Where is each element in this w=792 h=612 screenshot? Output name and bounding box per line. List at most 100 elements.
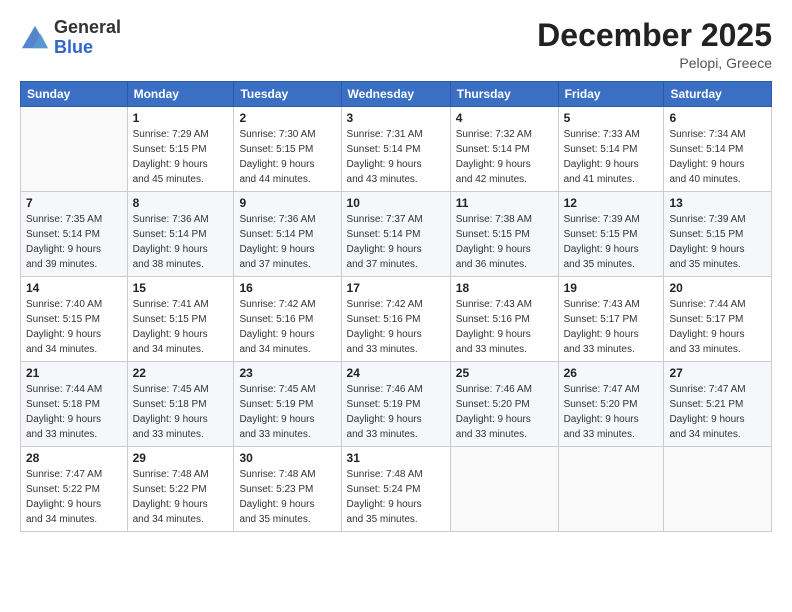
day-info: Sunrise: 7:31 AMSunset: 5:14 PMDaylight:… <box>347 127 445 187</box>
table-row: 6 Sunrise: 7:34 AMSunset: 5:14 PMDaylight… <box>664 107 772 192</box>
day-number: 14 <box>26 281 122 295</box>
table-row: 29Sunrise: 7:48 AMSunset: 5:22 PMDayligh… <box>127 447 234 532</box>
calendar-week-row: 21 Sunrise: 7:44 AMSunset: 5:18 PMDayligh… <box>21 362 772 447</box>
day-number: 7 <box>26 196 122 210</box>
day-info: Sunrise: 7:37 AMSunset: 5:14 PMDaylight:… <box>347 212 445 272</box>
table-row: 12Sunrise: 7:39 AMSunset: 5:15 PMDayligh… <box>558 192 664 277</box>
day-info: Sunrise: 7:36 AMSunset: 5:14 PMDaylight:… <box>239 212 335 272</box>
day-info: Sunrise: 7:47 AMSunset: 5:22 PMDaylight:… <box>26 467 122 527</box>
table-row: 17 Sunrise: 7:42 AMSunset: 5:16 PMDayligh… <box>341 277 450 362</box>
day-info: Sunrise: 7:34 AMSunset: 5:14 PMDaylight:… <box>669 127 766 187</box>
day-number: 6 <box>669 111 766 125</box>
day-info: Sunrise: 7:44 AMSunset: 5:17 PMDaylight:… <box>669 297 766 357</box>
table-row <box>450 447 558 532</box>
day-number: 13 <box>669 196 766 210</box>
table-row: 23 Sunrise: 7:45 AMSunset: 5:19 PMDayligh… <box>234 362 341 447</box>
day-number: 10 <box>347 196 445 210</box>
day-info: Sunrise: 7:45 AMSunset: 5:19 PMDaylight:… <box>239 382 335 442</box>
day-info: Sunrise: 7:42 AMSunset: 5:16 PMDaylight:… <box>347 297 445 357</box>
calendar-title: December 2025 <box>537 18 772 53</box>
table-row: 31Sunrise: 7:48 AMSunset: 5:24 PMDayligh… <box>341 447 450 532</box>
day-number: 18 <box>456 281 553 295</box>
col-wednesday: Wednesday <box>341 82 450 107</box>
day-info: Sunrise: 7:35 AMSunset: 5:14 PMDaylight:… <box>26 212 122 272</box>
col-tuesday: Tuesday <box>234 82 341 107</box>
logo-general: General <box>54 17 121 37</box>
day-info: Sunrise: 7:48 AMSunset: 5:24 PMDaylight:… <box>347 467 445 527</box>
day-info: Sunrise: 7:29 AMSunset: 5:15 PMDaylight:… <box>133 127 229 187</box>
day-number: 1 <box>133 111 229 125</box>
day-info: Sunrise: 7:43 AMSunset: 5:17 PMDaylight:… <box>564 297 659 357</box>
day-number: 22 <box>133 366 229 380</box>
logo-icon <box>20 24 50 52</box>
day-info: Sunrise: 7:30 AMSunset: 5:15 PMDaylight:… <box>239 127 335 187</box>
logo-text: General Blue <box>54 18 121 58</box>
table-row: 30 Sunrise: 7:48 AMSunset: 5:23 PMDayligh… <box>234 447 341 532</box>
day-number: 16 <box>239 281 335 295</box>
day-info: Sunrise: 7:45 AMSunset: 5:18 PMDaylight:… <box>133 382 229 442</box>
table-row: 24 Sunrise: 7:46 AMSunset: 5:19 PMDayligh… <box>341 362 450 447</box>
day-info: Sunrise: 7:33 AMSunset: 5:14 PMDaylight:… <box>564 127 659 187</box>
day-info: Sunrise: 7:46 AMSunset: 5:19 PMDaylight:… <box>347 382 445 442</box>
day-number: 30 <box>239 451 335 465</box>
table-row: 22 Sunrise: 7:45 AMSunset: 5:18 PMDayligh… <box>127 362 234 447</box>
table-row: 13 Sunrise: 7:39 AMSunset: 5:15 PMDayligh… <box>664 192 772 277</box>
table-row: 18 Sunrise: 7:43 AMSunset: 5:16 PMDayligh… <box>450 277 558 362</box>
calendar-week-row: 1 Sunrise: 7:29 AMSunset: 5:15 PMDaylight… <box>21 107 772 192</box>
day-info: Sunrise: 7:32 AMSunset: 5:14 PMDaylight:… <box>456 127 553 187</box>
table-row: 10 Sunrise: 7:37 AMSunset: 5:14 PMDayligh… <box>341 192 450 277</box>
logo: General Blue <box>20 18 121 58</box>
logo-blue: Blue <box>54 37 93 57</box>
day-info: Sunrise: 7:48 AMSunset: 5:23 PMDaylight:… <box>239 467 335 527</box>
calendar-header-row: Sunday Monday Tuesday Wednesday Thursday… <box>21 82 772 107</box>
day-number: 24 <box>347 366 445 380</box>
day-number: 28 <box>26 451 122 465</box>
day-number: 4 <box>456 111 553 125</box>
table-row <box>21 107 128 192</box>
day-info: Sunrise: 7:47 AMSunset: 5:20 PMDaylight:… <box>564 382 659 442</box>
day-number: 11 <box>456 196 553 210</box>
day-info: Sunrise: 7:39 AMSunset: 5:15 PMDaylight:… <box>564 212 659 272</box>
col-monday: Monday <box>127 82 234 107</box>
table-row: 26 Sunrise: 7:47 AMSunset: 5:20 PMDayligh… <box>558 362 664 447</box>
table-row: 4 Sunrise: 7:32 AMSunset: 5:14 PMDaylight… <box>450 107 558 192</box>
day-number: 8 <box>133 196 229 210</box>
table-row: 11Sunrise: 7:38 AMSunset: 5:15 PMDayligh… <box>450 192 558 277</box>
calendar-week-row: 14Sunrise: 7:40 AMSunset: 5:15 PMDayligh… <box>21 277 772 362</box>
page: General Blue December 2025 Pelopi, Greec… <box>0 0 792 612</box>
day-number: 5 <box>564 111 659 125</box>
table-row <box>558 447 664 532</box>
day-info: Sunrise: 7:44 AMSunset: 5:18 PMDaylight:… <box>26 382 122 442</box>
day-number: 26 <box>564 366 659 380</box>
day-number: 25 <box>456 366 553 380</box>
day-number: 20 <box>669 281 766 295</box>
day-info: Sunrise: 7:42 AMSunset: 5:16 PMDaylight:… <box>239 297 335 357</box>
table-row: 5 Sunrise: 7:33 AMSunset: 5:14 PMDaylight… <box>558 107 664 192</box>
table-row: 19 Sunrise: 7:43 AMSunset: 5:17 PMDayligh… <box>558 277 664 362</box>
day-info: Sunrise: 7:39 AMSunset: 5:15 PMDaylight:… <box>669 212 766 272</box>
title-block: December 2025 Pelopi, Greece <box>537 18 772 71</box>
calendar-week-row: 7 Sunrise: 7:35 AMSunset: 5:14 PMDaylight… <box>21 192 772 277</box>
col-friday: Friday <box>558 82 664 107</box>
table-row: 16 Sunrise: 7:42 AMSunset: 5:16 PMDayligh… <box>234 277 341 362</box>
calendar-table: Sunday Monday Tuesday Wednesday Thursday… <box>20 81 772 532</box>
day-number: 19 <box>564 281 659 295</box>
table-row <box>664 447 772 532</box>
day-info: Sunrise: 7:48 AMSunset: 5:22 PMDaylight:… <box>133 467 229 527</box>
col-saturday: Saturday <box>664 82 772 107</box>
day-info: Sunrise: 7:36 AMSunset: 5:14 PMDaylight:… <box>133 212 229 272</box>
table-row: 1 Sunrise: 7:29 AMSunset: 5:15 PMDaylight… <box>127 107 234 192</box>
table-row: 14Sunrise: 7:40 AMSunset: 5:15 PMDayligh… <box>21 277 128 362</box>
table-row: 2Sunrise: 7:30 AMSunset: 5:15 PMDaylight… <box>234 107 341 192</box>
header: General Blue December 2025 Pelopi, Greec… <box>20 18 772 71</box>
day-number: 9 <box>239 196 335 210</box>
day-number: 21 <box>26 366 122 380</box>
day-info: Sunrise: 7:43 AMSunset: 5:16 PMDaylight:… <box>456 297 553 357</box>
day-number: 17 <box>347 281 445 295</box>
calendar-week-row: 28 Sunrise: 7:47 AMSunset: 5:22 PMDayligh… <box>21 447 772 532</box>
day-number: 27 <box>669 366 766 380</box>
table-row: 9 Sunrise: 7:36 AMSunset: 5:14 PMDaylight… <box>234 192 341 277</box>
day-number: 23 <box>239 366 335 380</box>
table-row: 3Sunrise: 7:31 AMSunset: 5:14 PMDaylight… <box>341 107 450 192</box>
col-thursday: Thursday <box>450 82 558 107</box>
